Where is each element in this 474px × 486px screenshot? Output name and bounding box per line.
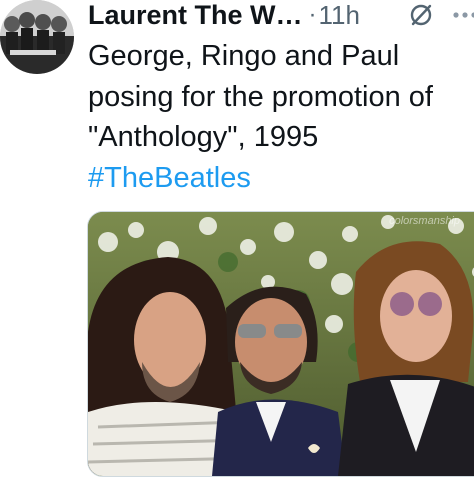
avatar[interactable] xyxy=(0,0,74,74)
tweet-text-line-2: posing for the promotion of xyxy=(88,80,433,113)
hashtag-link[interactable]: #TheBeatles xyxy=(88,158,474,199)
more-icon[interactable] xyxy=(452,12,474,18)
grok-icon[interactable] xyxy=(408,2,434,28)
author-name[interactable]: Laurent The W… xyxy=(88,0,303,30)
avatar-photo xyxy=(0,0,74,74)
tweet-text: George, Ringo and Paul posing for the pr… xyxy=(88,36,474,198)
photo-watermark: colorsmanship xyxy=(389,215,460,227)
timestamp[interactable]: 11h xyxy=(319,0,360,31)
tweet-text-line-3: "Anthology", 1995 xyxy=(88,121,319,153)
separator: · xyxy=(308,1,317,28)
tweet-text-line-1: George, Ringo and Paul xyxy=(88,40,400,72)
tweet-media-photo[interactable]: colorsmanship xyxy=(87,211,474,477)
beatles-photo: colorsmanship xyxy=(88,212,474,476)
